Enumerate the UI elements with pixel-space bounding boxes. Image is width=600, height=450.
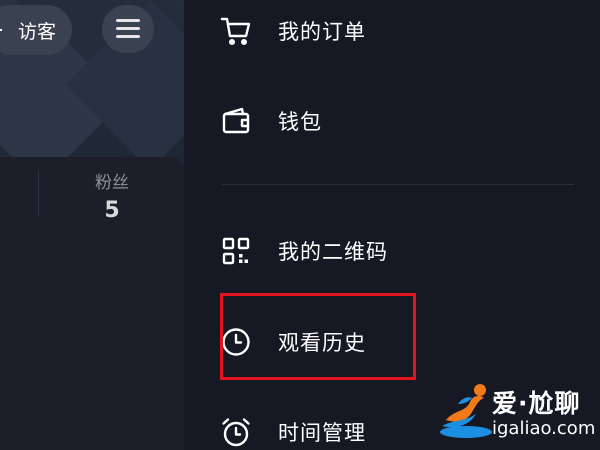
cart-icon [220,13,256,49]
visitors-button[interactable]: 访客 [0,5,72,55]
visitors-label: 访客 [17,20,56,43]
drawer-item-label: 时间管理 [278,421,366,445]
stats-divider [38,170,39,216]
watermark-logo-icon [440,384,492,438]
fans-label: 粉丝 [95,173,129,193]
drawer-item-label: 钱包 [278,110,322,134]
watermark: 爱·尬聊 igaliao.com [432,376,600,450]
watermark-title: 爱·尬聊 [492,389,581,418]
drawer-separator [222,184,574,185]
visitor-icon-fragment [0,29,2,31]
menu-button[interactable] [102,5,154,53]
drawer-item-wallet[interactable]: 钱包 [220,99,560,143]
drawer-item-orders[interactable]: 我的订单 [220,9,560,53]
wallet-icon [220,103,256,139]
drawer-item-label: 我的二维码 [278,240,388,264]
hamburger-icon [116,19,140,39]
qr-code-icon [220,233,256,269]
profile-background: 访客 粉丝 5 [0,0,200,450]
drawer-item-label: 我的订单 [278,20,366,44]
fans-count[interactable]: 5 [86,198,138,223]
highlight-annotation-box [220,293,416,380]
drawer-item-qr-code[interactable]: 我的二维码 [220,229,560,273]
watermark-url: igaliao.com [492,418,596,439]
alarm-icon [220,414,256,450]
